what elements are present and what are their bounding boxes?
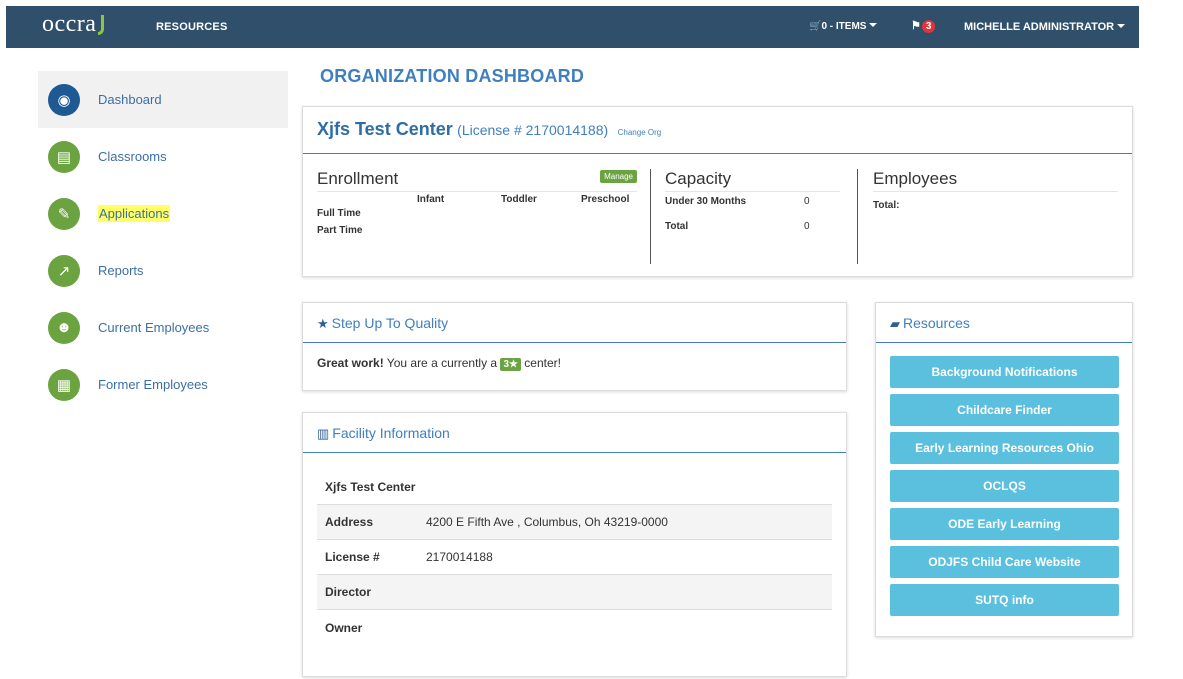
sidebar-item-former-employees[interactable]: ▦ Former Employees: [38, 356, 288, 413]
sidebar-item-dashboard[interactable]: ◉ Dashboard: [38, 71, 288, 128]
sidebar-item-label: Applications: [98, 205, 171, 222]
sidebar-item-label: Classrooms: [98, 149, 167, 164]
row-value: 2170014188: [426, 550, 493, 564]
cart-menu[interactable]: 🛒0 - ITEMS: [809, 21, 878, 32]
star-icon: ★: [317, 316, 329, 331]
facility-table: Xjfs Test Center Address 4200 E Fifth Ave…: [317, 470, 832, 645]
column-header: Preschool: [581, 194, 630, 205]
org-license: (License # 2170014188): [457, 122, 609, 138]
dashboard-icon: ◉: [48, 83, 80, 116]
book-icon: ▰: [890, 316, 900, 331]
sidebar-item-reports[interactable]: ↗ Reports: [38, 242, 288, 299]
sidebar-item-label: Dashboard: [98, 92, 162, 107]
cart-icon: 🛒: [809, 21, 822, 32]
capacity-section: Capacity Under 30 Months 0 Total 0: [665, 169, 840, 242]
org-name: Xjfs Test Center: [317, 119, 453, 139]
capacity-title: Capacity: [665, 169, 840, 192]
enrollment-columns: Infant Toddler Preschool: [317, 192, 637, 208]
row-value: 4200 E Fifth Ave , Columbus, Oh 43219-00…: [426, 515, 668, 529]
capacity-row: Under 30 Months 0: [665, 192, 840, 217]
table-row: Xjfs Test Center: [317, 470, 832, 505]
notifications-menu[interactable]: ⚑ 3: [911, 19, 936, 33]
user-menu[interactable]: MICHELLE ADMINISTRATOR: [964, 21, 1126, 33]
organization-card: Xjfs Test Center (License # 2170014188) …: [302, 106, 1133, 277]
sidebar-item-label: Current Employees: [98, 320, 210, 335]
column-header: Toddler: [501, 194, 537, 205]
capacity-label: Under 30 Months: [665, 196, 747, 207]
sidebar-item-current-employees[interactable]: ☻ Current Employees: [38, 299, 288, 356]
resources-panel: ▰ Resources Background Notifications Chil…: [875, 302, 1133, 637]
enrollment-row-label: Full Time: [317, 208, 361, 219]
notification-count-badge: 3: [921, 20, 936, 33]
row-key: Owner: [325, 620, 363, 635]
sutq-text: You are a currently a: [383, 356, 501, 370]
org-header: Xjfs Test Center (License # 2170014188) …: [303, 107, 1132, 154]
facility-panel: ▥ Facility Information Xjfs Test Center A…: [302, 412, 847, 677]
building-icon: ▥: [317, 426, 330, 441]
edit-icon: ✎: [48, 197, 80, 230]
sidebar-item-label: Former Employees: [98, 377, 208, 392]
chevron-down-icon: [1117, 24, 1126, 28]
users-icon: ☻: [48, 311, 80, 344]
book-icon: ▤: [48, 140, 80, 173]
chevron-down-icon: [869, 23, 878, 27]
sidebar-item-classrooms[interactable]: ▤ Classrooms: [38, 128, 288, 185]
manage-button[interactable]: Manage: [600, 170, 637, 183]
facility-title: Facility Information: [332, 425, 450, 441]
resources-list: Background Notifications Childcare Finde…: [876, 343, 1132, 616]
enrollment-title: Enrollment: [317, 169, 637, 192]
resources-header: ▰ Resources: [876, 303, 1132, 343]
facility-name: Xjfs Test Center: [325, 480, 416, 494]
table-row: License # 2170014188: [317, 540, 832, 575]
employees-title: Employees: [873, 169, 1118, 192]
facility-header: ▥ Facility Information: [303, 413, 846, 453]
row-key: Director: [325, 585, 372, 599]
employees-total-label: Total:: [873, 200, 900, 211]
sutq-title: Step Up To Quality: [331, 315, 449, 331]
column-header: Infant: [417, 194, 445, 205]
resource-link-sutq-info[interactable]: SUTQ info: [890, 584, 1119, 616]
page-title: ORGANIZATION DASHBOARD: [320, 66, 585, 86]
sutq-text: center!: [520, 356, 561, 370]
star-rating-badge: 3★: [500, 358, 521, 371]
capacity-label: Total: [665, 221, 689, 232]
divider: [650, 169, 651, 264]
nav-resources-link[interactable]: RESOURCES: [156, 21, 227, 33]
sutq-header: ★ Step Up To Quality: [303, 303, 846, 343]
divider: [857, 169, 858, 264]
sutq-panel: ★ Step Up To Quality Great work! You are …: [302, 302, 847, 391]
sidebar-item-applications[interactable]: ✎ Applications: [38, 185, 288, 242]
table-row: Director: [317, 575, 832, 610]
resource-link-early-learning-resources-ohio[interactable]: Early Learning Resources Ohio: [890, 432, 1119, 464]
calendar-icon: ▦: [48, 368, 80, 401]
capacity-row: Total 0: [665, 217, 840, 242]
top-navbar: occra RESOURCES 🛒0 - ITEMS ⚑ 3 MICHELLE A…: [6, 6, 1139, 48]
chart-icon: ↗: [48, 254, 80, 287]
resource-link-childcare-finder[interactable]: Childcare Finder: [890, 394, 1119, 426]
resource-link-ode-early-learning[interactable]: ODE Early Learning: [890, 508, 1119, 540]
change-org-link[interactable]: Change Org: [618, 128, 662, 137]
row-key: License #: [325, 550, 380, 564]
enrollment-section: Enrollment Manage Infant Toddler Prescho…: [317, 169, 637, 236]
resource-link-odjfs-child-care-website[interactable]: ODJFS Child Care Website: [890, 546, 1119, 578]
sutq-message: Great work! You are a currently a 3★ cen…: [303, 343, 846, 384]
sidebar-item-label: Reports: [98, 263, 144, 278]
resource-link-background-notifications[interactable]: Background Notifications: [890, 356, 1119, 388]
sidebar: ◉ Dashboard ▤ Classrooms ✎ Applications …: [38, 71, 288, 413]
table-row: Owner: [317, 610, 832, 645]
resources-title: Resources: [903, 315, 970, 331]
sutq-bold-text: Great work!: [317, 356, 384, 370]
employees-section: Employees Total:: [873, 169, 1118, 211]
flag-icon: ⚑: [911, 20, 921, 32]
capacity-value: 0: [804, 196, 810, 207]
row-key: Address: [325, 515, 374, 529]
table-row: Address 4200 E Fifth Ave , Columbus, Oh 4…: [317, 505, 832, 540]
enrollment-row-label: Part Time: [317, 225, 363, 236]
occra-logo[interactable]: occra: [42, 11, 105, 38]
resource-link-oclqs[interactable]: OCLQS: [890, 470, 1119, 502]
capacity-value: 0: [804, 221, 810, 232]
